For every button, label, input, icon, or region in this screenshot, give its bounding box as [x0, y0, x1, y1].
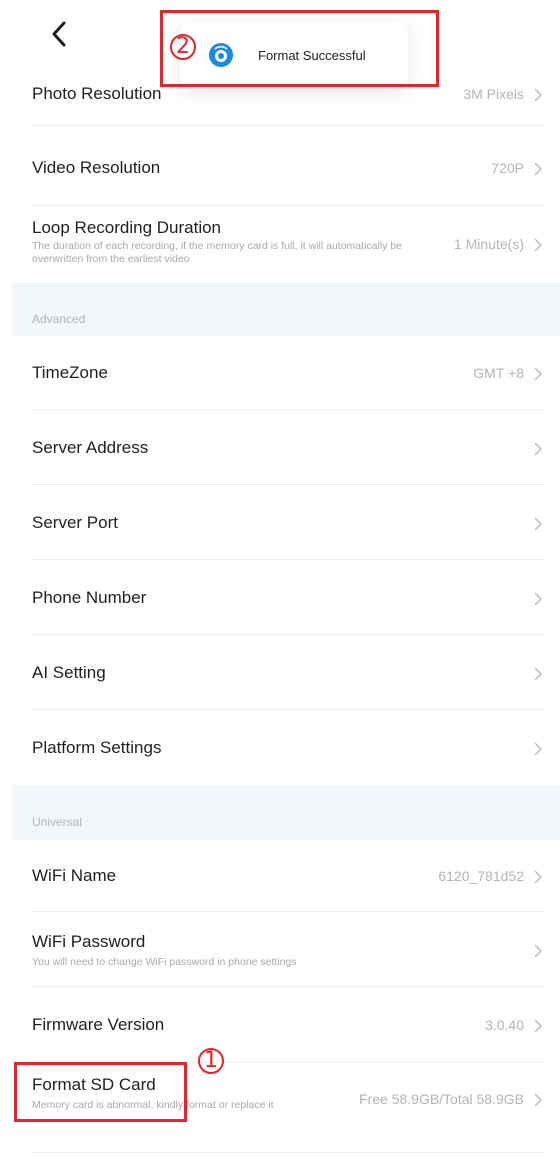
chevron-right-icon	[532, 667, 544, 681]
setting-row-timezone[interactable]: TimeZone GMT +8	[0, 336, 560, 410]
section-header-universal: Universal	[12, 785, 560, 840]
row-value: 3M Pixels	[463, 86, 524, 102]
annotation-step-1: 1	[198, 1048, 224, 1074]
chevron-right-icon	[532, 88, 544, 102]
chevron-right-icon	[532, 367, 544, 381]
chevron-right-icon	[532, 944, 544, 958]
setting-row-loop-recording[interactable]: Loop Recording Duration The duration of …	[0, 206, 560, 282]
setting-row-server-port[interactable]: Server Port	[0, 485, 560, 560]
row-subtitle: You will need to change WiFi password in…	[32, 956, 297, 968]
chevron-left-icon	[52, 21, 66, 47]
setting-row-wifi-password[interactable]: WiFi Password You will need to change Wi…	[0, 912, 560, 987]
chevron-right-icon	[532, 238, 544, 252]
chevron-right-icon	[532, 517, 544, 531]
setting-row-phone-number[interactable]: Phone Number	[0, 560, 560, 635]
row-title: Photo Resolution	[32, 84, 162, 103]
row-title: Firmware Version	[32, 1015, 165, 1034]
row-value: 3.0.40	[485, 1017, 524, 1033]
annotation-step-2: 2	[170, 34, 196, 60]
setting-row-video-resolution[interactable]: Video Resolution 720P	[0, 132, 560, 206]
chevron-right-icon	[532, 1093, 544, 1107]
row-value: 720P	[491, 160, 524, 176]
setting-row-ai-setting[interactable]: AI Setting	[0, 635, 560, 710]
row-title: TimeZone	[32, 363, 108, 382]
divider	[32, 125, 544, 126]
row-title: Server Port	[32, 513, 118, 532]
row-value: 6120_781d52	[438, 868, 524, 884]
chevron-right-icon	[532, 1019, 544, 1033]
setting-row-server-address[interactable]: Server Address	[0, 410, 560, 485]
row-subtitle: The duration of each recording, if the m…	[32, 240, 402, 265]
setting-row-wifi-name[interactable]: WiFi Name 6120_781d52	[0, 840, 560, 912]
row-title: Phone Number	[32, 588, 147, 607]
chevron-right-icon	[532, 742, 544, 756]
row-title: Video Resolution	[32, 158, 161, 177]
section-label: Advanced	[32, 312, 86, 326]
row-value: 1 Minute(s)	[453, 236, 524, 252]
row-title: WiFi Password	[32, 932, 146, 951]
row-title: Server Address	[32, 438, 149, 457]
chevron-right-icon	[532, 870, 544, 884]
divider	[32, 1152, 544, 1153]
row-value: Free 58.9GB/Total 58.9GB	[359, 1091, 524, 1107]
chevron-right-icon	[532, 592, 544, 606]
section-header-advanced: Advanced	[12, 282, 560, 336]
row-title: AI Setting	[32, 663, 106, 682]
annotation-box-toast	[160, 10, 439, 87]
section-label: Universal	[32, 815, 83, 829]
row-title: WiFi Name	[32, 866, 117, 885]
chevron-right-icon	[532, 442, 544, 456]
row-title: Loop Recording Duration	[32, 218, 222, 237]
chevron-right-icon	[532, 162, 544, 176]
row-value: GMT +8	[473, 365, 524, 381]
setting-row-firmware-version[interactable]: Firmware Version 3.0.40	[0, 987, 560, 1063]
setting-row-platform-settings[interactable]: Platform Settings	[0, 710, 560, 785]
back-button[interactable]	[44, 18, 76, 50]
row-title: Platform Settings	[32, 738, 162, 757]
annotation-box-format-sd-card	[14, 1062, 187, 1122]
